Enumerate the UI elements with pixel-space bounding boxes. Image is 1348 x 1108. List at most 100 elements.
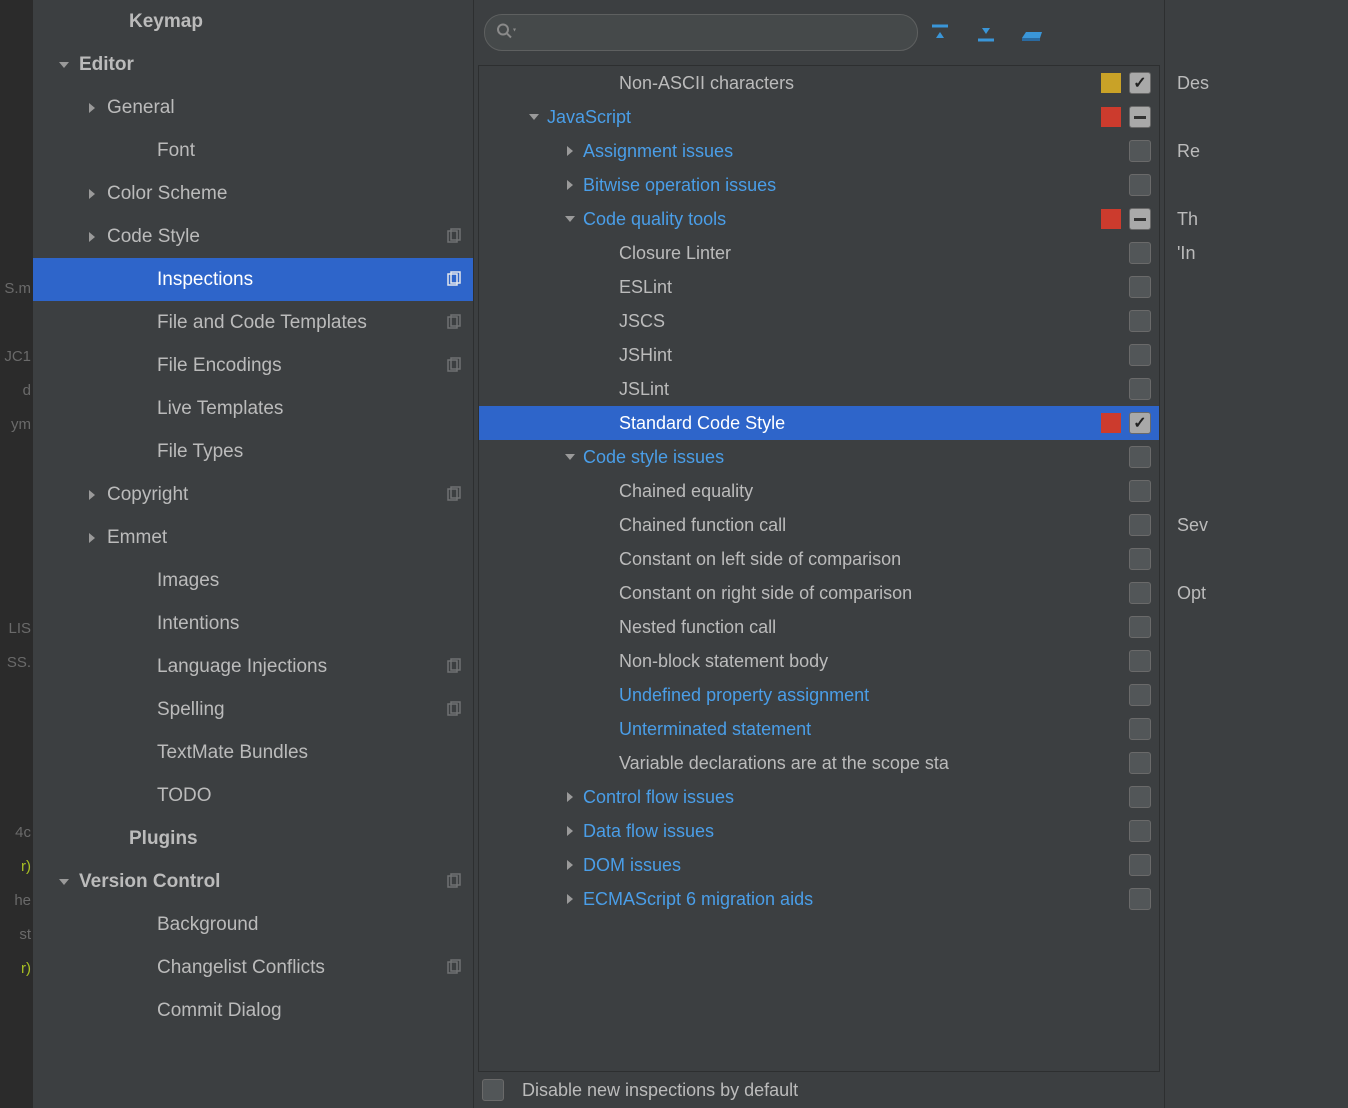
disable-new-inspections-checkbox[interactable] (482, 1079, 504, 1101)
inspection-enable-checkbox[interactable] (1129, 480, 1151, 502)
inspection-enable-checkbox[interactable] (1129, 616, 1151, 638)
sidebar-item-general[interactable]: General (33, 86, 473, 129)
inspection-enable-checkbox[interactable]: ✓ (1129, 72, 1151, 94)
inspection-enable-checkbox[interactable] (1129, 106, 1151, 128)
sidebar-item-label: Intentions (157, 613, 473, 635)
sidebar-item-inspections[interactable]: Inspections (33, 258, 473, 301)
search-input[interactable] (484, 14, 918, 51)
chevron-right-icon (85, 531, 99, 545)
sidebar-item-label: TODO (157, 785, 473, 807)
inspection-enable-checkbox[interactable] (1129, 820, 1151, 842)
inspection-enable-checkbox[interactable] (1129, 650, 1151, 672)
collapse-all-button[interactable] (972, 19, 1000, 47)
expand-all-button[interactable] (926, 19, 954, 47)
inspection-row[interactable]: Bitwise operation issues (479, 168, 1159, 202)
inspection-enable-checkbox[interactable] (1129, 208, 1151, 230)
gutter-text: S.m (0, 272, 33, 306)
sidebar-item-intentions[interactable]: Intentions (33, 602, 473, 645)
inspection-label: Bitwise operation issues (583, 175, 1129, 196)
inspection-row[interactable]: ESLint (479, 270, 1159, 304)
sidebar-item-keymap[interactable]: Keymap (33, 0, 473, 43)
inspection-row[interactable]: Variable declarations are at the scope s… (479, 746, 1159, 780)
inspection-enable-checkbox[interactable] (1129, 514, 1151, 536)
gutter-text: ym (0, 408, 33, 442)
inspection-enable-checkbox[interactable] (1129, 310, 1151, 332)
sidebar-item-images[interactable]: Images (33, 559, 473, 602)
inspection-row[interactable]: JSCS (479, 304, 1159, 338)
sidebar-item-textmate-bundles[interactable]: TextMate Bundles (33, 731, 473, 774)
inspection-enable-checkbox[interactable]: ✓ (1129, 412, 1151, 434)
sidebar-item-editor[interactable]: Editor (33, 43, 473, 86)
inspection-row[interactable]: Constant on left side of comparison (479, 542, 1159, 576)
inspection-enable-checkbox[interactable] (1129, 446, 1151, 468)
inspection-row[interactable]: JSHint (479, 338, 1159, 372)
reset-button[interactable] (1018, 19, 1046, 47)
sidebar-item-plugins[interactable]: Plugins (33, 817, 473, 860)
gutter-text (0, 578, 33, 612)
sidebar-item-label: Color Scheme (107, 183, 473, 205)
inspection-row[interactable]: Control flow issues (479, 780, 1159, 814)
inspection-enable-checkbox[interactable] (1129, 854, 1151, 876)
sidebar-item-file-types[interactable]: File Types (33, 430, 473, 473)
inspection-enable-checkbox[interactable] (1129, 582, 1151, 604)
inspection-enable-checkbox[interactable] (1129, 548, 1151, 570)
sidebar-item-color-scheme[interactable]: Color Scheme (33, 172, 473, 215)
sidebar-item-commit-dialog[interactable]: Commit Dialog (33, 989, 473, 1032)
inspection-row[interactable]: Chained function call (479, 508, 1159, 542)
gutter-text (0, 748, 33, 782)
inspection-enable-checkbox[interactable] (1129, 752, 1151, 774)
inspection-row[interactable]: Code style issues (479, 440, 1159, 474)
inspection-enable-checkbox[interactable] (1129, 684, 1151, 706)
sidebar-item-copyright[interactable]: Copyright (33, 473, 473, 516)
inspection-label: Non-block statement body (619, 651, 1129, 672)
inspection-row[interactable]: Undefined property assignment (479, 678, 1159, 712)
inspection-row[interactable]: DOM issues (479, 848, 1159, 882)
spacer-icon (135, 359, 149, 373)
sidebar-item-label: Version Control (79, 871, 445, 893)
sidebar-item-version-control[interactable]: Version Control (33, 860, 473, 903)
inspection-enable-checkbox[interactable] (1129, 242, 1151, 264)
sidebar-item-changelist-conflicts[interactable]: Changelist Conflicts (33, 946, 473, 989)
sidebar-item-spelling[interactable]: Spelling (33, 688, 473, 731)
inspection-row[interactable]: Non-ASCII characters✓ (479, 66, 1159, 100)
sidebar-item-code-style[interactable]: Code Style (33, 215, 473, 258)
sidebar-item-file-and-code-templates[interactable]: File and Code Templates (33, 301, 473, 344)
inspection-enable-checkbox[interactable] (1129, 378, 1151, 400)
inspection-row[interactable]: JavaScript (479, 100, 1159, 134)
gutter-text: r) (0, 952, 33, 986)
sidebar-item-language-injections[interactable]: Language Injections (33, 645, 473, 688)
detail-label: Re (1165, 134, 1348, 168)
inspection-row[interactable]: Chained equality (479, 474, 1159, 508)
inspection-enable-checkbox[interactable] (1129, 344, 1151, 366)
sidebar-item-emmet[interactable]: Emmet (33, 516, 473, 559)
inspection-row[interactable]: Unterminated statement (479, 712, 1159, 746)
inspection-row[interactable]: Nested function call (479, 610, 1159, 644)
sidebar-item-label: Commit Dialog (157, 1000, 473, 1022)
gutter-text (0, 476, 33, 510)
schema-icon (445, 228, 463, 246)
inspection-row[interactable]: JSLint (479, 372, 1159, 406)
sidebar-item-todo[interactable]: TODO (33, 774, 473, 817)
inspection-row[interactable]: Closure Linter (479, 236, 1159, 270)
inspection-row[interactable]: Standard Code Style✓ (479, 406, 1159, 440)
inspection-enable-checkbox[interactable] (1129, 174, 1151, 196)
inspection-enable-checkbox[interactable] (1129, 718, 1151, 740)
sidebar-item-file-encodings[interactable]: File Encodings (33, 344, 473, 387)
inspection-enable-checkbox[interactable] (1129, 888, 1151, 910)
inspection-row[interactable]: Non-block statement body (479, 644, 1159, 678)
inspection-row[interactable]: Data flow issues (479, 814, 1159, 848)
sidebar-item-background[interactable]: Background (33, 903, 473, 946)
sidebar-item-live-templates[interactable]: Live Templates (33, 387, 473, 430)
inspection-row[interactable]: Constant on right side of comparison (479, 576, 1159, 610)
sidebar-item-font[interactable]: Font (33, 129, 473, 172)
inspection-enable-checkbox[interactable] (1129, 276, 1151, 298)
inspection-enable-checkbox[interactable] (1129, 140, 1151, 162)
inspection-row[interactable]: Code quality tools (479, 202, 1159, 236)
inspection-row[interactable]: Assignment issues (479, 134, 1159, 168)
inspection-row[interactable]: ECMAScript 6 migration aids (479, 882, 1159, 916)
inspection-enable-checkbox[interactable] (1129, 786, 1151, 808)
gutter-text: SS. (0, 646, 33, 680)
schema-icon (445, 271, 463, 289)
chevron-right-icon (85, 488, 99, 502)
inspections-tree[interactable]: Non-ASCII characters✓JavaScriptAssignmen… (478, 65, 1160, 1072)
